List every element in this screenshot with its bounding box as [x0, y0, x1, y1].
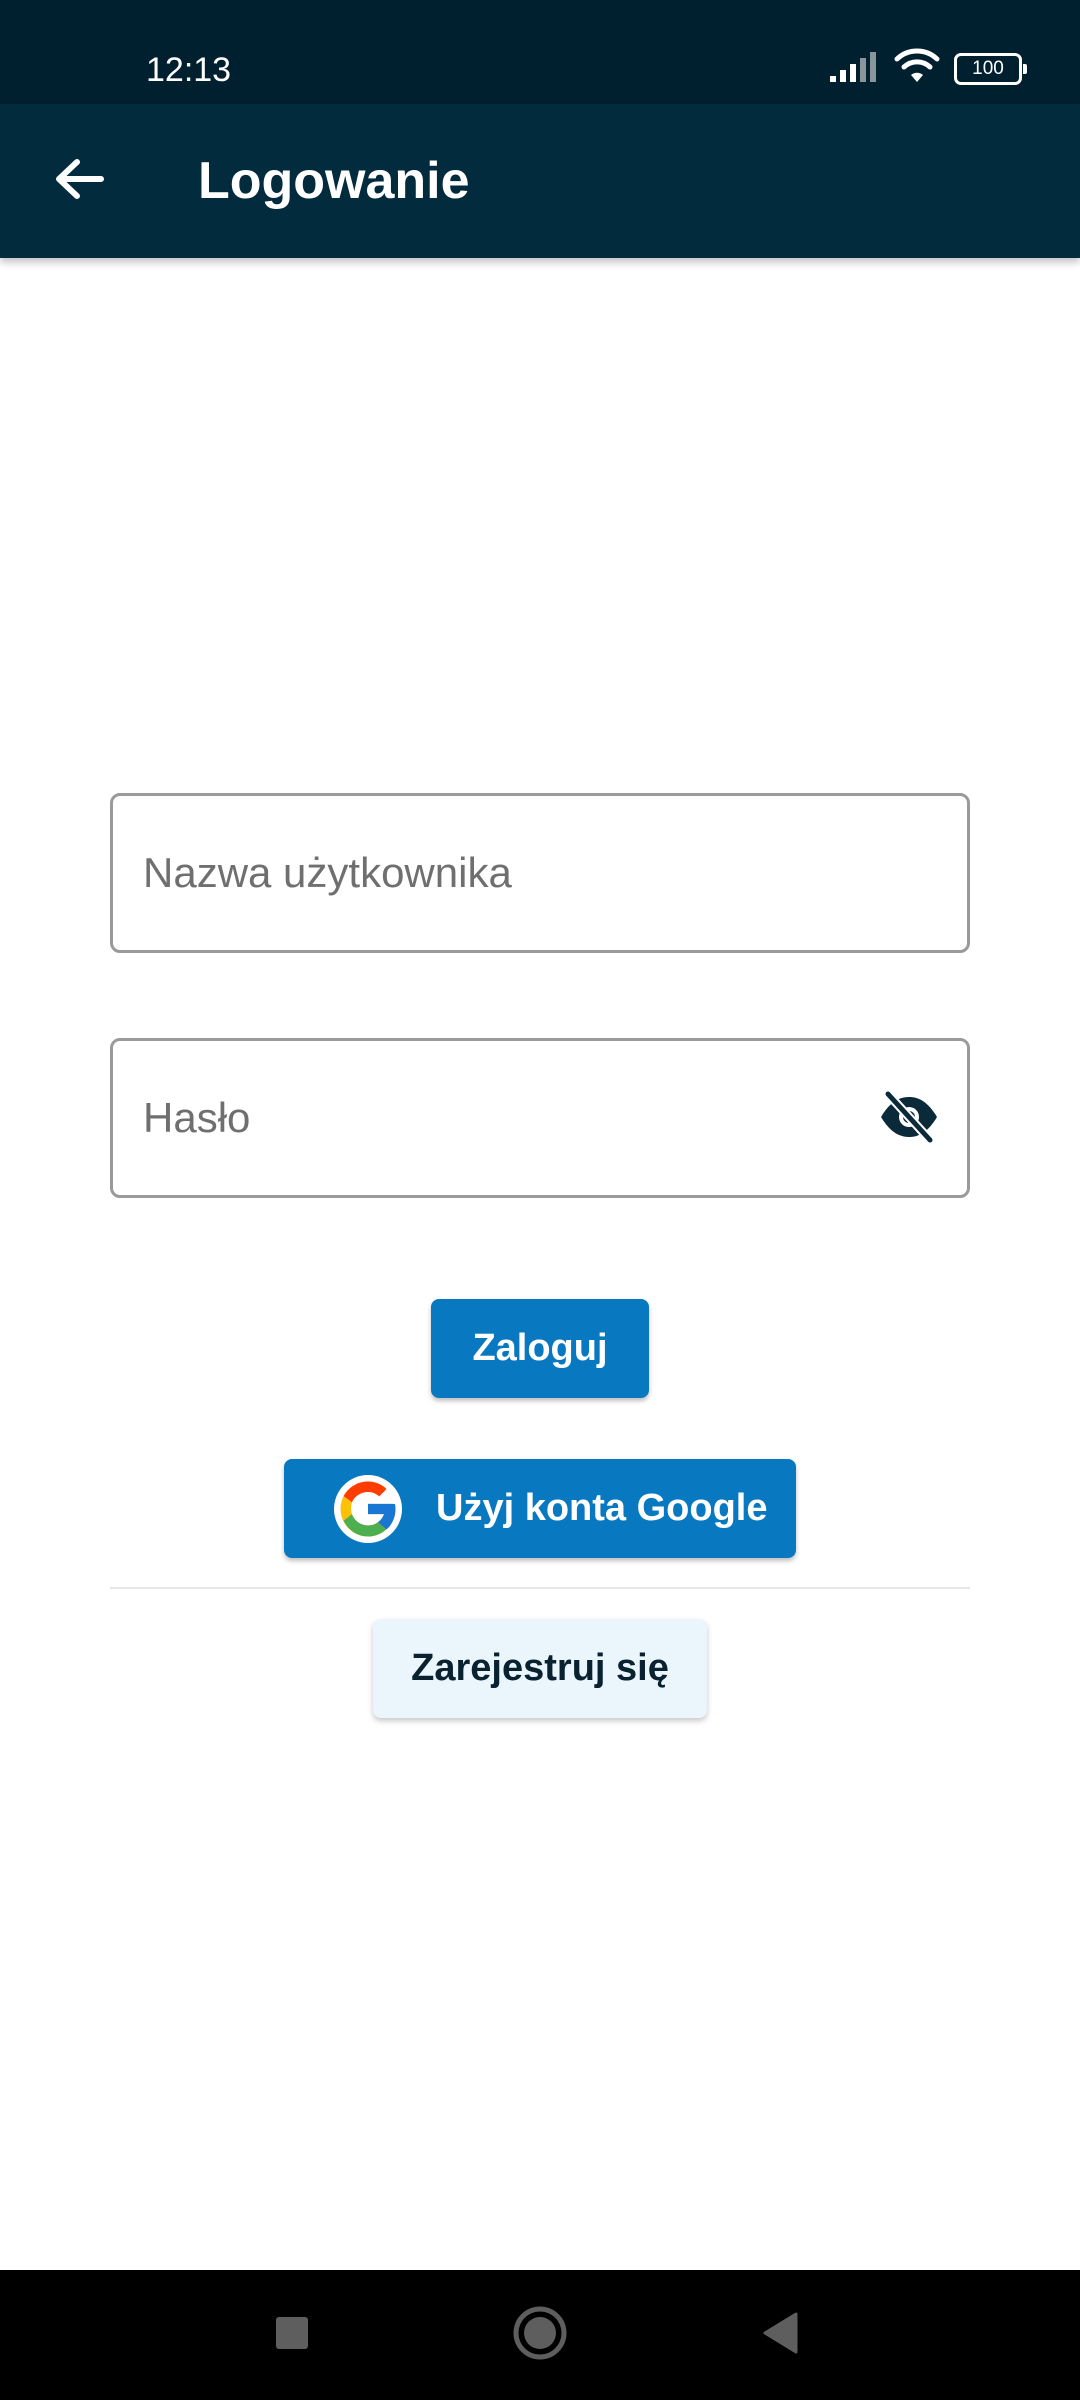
arrow-left-icon [53, 156, 105, 207]
password-input[interactable] [143, 1041, 883, 1195]
back-nav-button[interactable] [746, 2301, 814, 2369]
username-field [110, 793, 970, 953]
status-time: 12:13 [146, 51, 232, 89]
square-icon [274, 2315, 310, 2356]
password-field [110, 1038, 970, 1198]
status-bar: 12:13 100 [0, 0, 1080, 104]
eye-off-icon [878, 1089, 940, 1148]
google-logo-icon [334, 1474, 402, 1543]
register-button-label: Zarejestruj się [411, 1647, 669, 1689]
home-button[interactable] [506, 2301, 574, 2369]
triangle-back-icon [760, 2311, 800, 2360]
login-button-label: Zaloguj [472, 1327, 608, 1369]
circle-icon [512, 2305, 568, 2366]
google-login-button[interactable]: Użyj konta Google [284, 1459, 796, 1558]
battery-icon: 100 [954, 52, 1027, 85]
login-button[interactable]: Zaloguj [431, 1299, 649, 1398]
signal-icon [830, 50, 880, 87]
username-input[interactable] [143, 796, 883, 950]
app-bar: Logowanie [0, 104, 1080, 258]
navigation-bar [0, 2270, 1080, 2400]
divider [110, 1587, 970, 1589]
back-button[interactable] [40, 142, 118, 220]
recent-apps-button[interactable] [258, 2301, 326, 2369]
status-icons: 100 [830, 48, 1027, 89]
wifi-icon [894, 48, 940, 89]
password-visibility-toggle[interactable] [877, 1089, 941, 1149]
google-login-button-label: Użyj konta Google [436, 1487, 768, 1529]
register-button[interactable]: Zarejestruj się [373, 1619, 707, 1718]
page-title: Logowanie [198, 152, 470, 210]
